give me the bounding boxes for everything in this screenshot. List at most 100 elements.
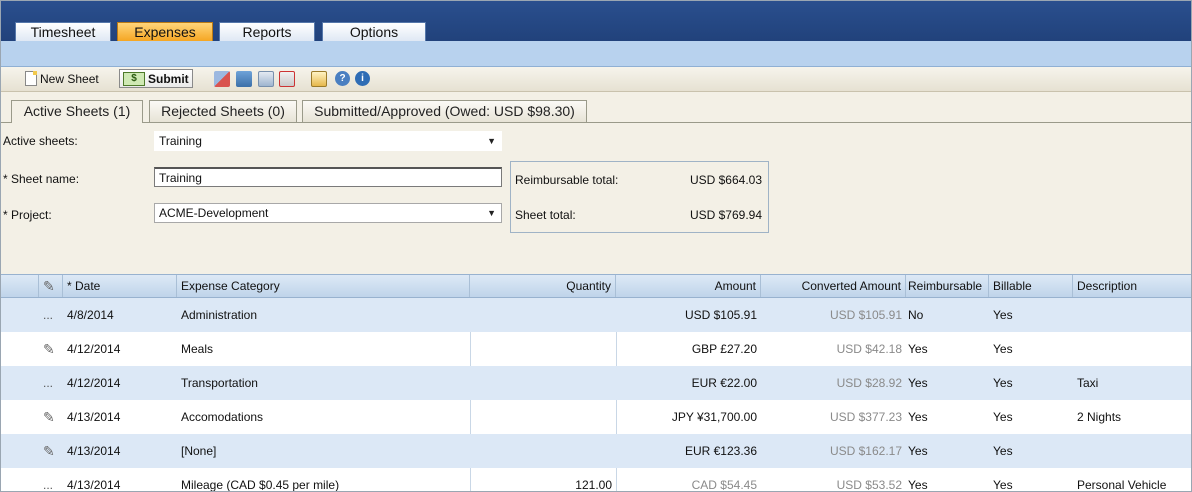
currency-icon [311, 70, 327, 87]
cell-description[interactable]: Personal Vehicle [1073, 468, 1191, 491]
cell-date[interactable]: 4/12/2014 [63, 366, 177, 400]
cell-amount[interactable]: EUR €123.36 [616, 434, 761, 468]
info-icon: i [355, 71, 370, 86]
cell-description[interactable] [1073, 298, 1191, 332]
header-spacer [1, 275, 39, 297]
header-date[interactable]: * Date [63, 275, 177, 297]
tab-rejected-sheets[interactable]: Rejected Sheets (0) [149, 100, 297, 122]
cell-date[interactable]: 4/12/2014 [63, 332, 177, 366]
header-reimbursable[interactable]: Reimbursable [904, 275, 989, 297]
remove-row-button[interactable] [279, 69, 295, 88]
attachment-icon[interactable]: ✎ [39, 332, 63, 366]
cell-amount[interactable]: CAD $54.45 [616, 468, 761, 491]
row-menu-icon[interactable]: ... [39, 366, 63, 400]
table-row[interactable]: ... 4/8/2014 Administration USD $105.91 … [1, 298, 1191, 332]
header-description[interactable]: Description [1073, 275, 1191, 297]
header-converted-amount[interactable]: Converted Amount [761, 275, 906, 297]
attachment-icon[interactable]: ✎ [39, 434, 63, 468]
cell-category[interactable]: [None] [177, 434, 470, 468]
cell-quantity[interactable]: 121.00 [470, 468, 616, 491]
delete-sheet-button[interactable] [214, 69, 230, 88]
tab-active-sheets[interactable]: Active Sheets (1) [11, 100, 143, 123]
totals-panel: Reimbursable total: USD $664.03 Sheet to… [510, 161, 769, 233]
cell-category[interactable]: Meals [177, 332, 470, 366]
cell-description[interactable] [1073, 434, 1191, 468]
cell-category[interactable]: Accomodations [177, 400, 470, 434]
currency-button[interactable] [311, 69, 327, 88]
cell-quantity[interactable] [470, 332, 616, 366]
cell-reimbursable[interactable]: Yes [904, 400, 989, 434]
cell-converted-amount: USD $28.92 [836, 376, 902, 390]
tab-submitted-approved[interactable]: Submitted/Approved (Owed: USD $98.30) [302, 100, 587, 122]
paperclip-icon: ✎ [43, 278, 55, 294]
reimbursable-total-label: Reimbursable total: [515, 173, 619, 187]
copy-button[interactable] [258, 69, 274, 88]
remove-icon [279, 70, 295, 87]
cell-amount[interactable]: JPY ¥31,700.00 [616, 400, 761, 434]
toolbar: New Sheet $ Submit ? i [1, 67, 1191, 92]
expenses-app: Timesheet Expenses Reports Options New S… [0, 0, 1192, 492]
cell-quantity[interactable] [470, 366, 616, 400]
cell-date[interactable]: 4/13/2014 [63, 468, 177, 491]
cell-reimbursable[interactable]: Yes [904, 332, 989, 366]
cell-category[interactable]: Transportation [177, 366, 470, 400]
cell-description[interactable]: Taxi [1073, 366, 1191, 400]
project-label: * Project: [3, 208, 52, 222]
cell-date[interactable]: 4/13/2014 [63, 434, 177, 468]
cell-billable[interactable]: Yes [989, 298, 1073, 332]
sheet-tabs: Active Sheets (1) Rejected Sheets (0) Su… [1, 98, 1191, 123]
cell-billable[interactable]: Yes [989, 366, 1073, 400]
cell-reimbursable[interactable]: Yes [904, 468, 989, 491]
attachment-icon[interactable]: ✎ [39, 400, 63, 434]
cell-converted-amount: USD $105.91 [829, 308, 902, 322]
cell-amount[interactable]: GBP £27.20 [616, 332, 761, 366]
new-sheet-button[interactable]: New Sheet [25, 69, 99, 88]
row-menu-icon[interactable]: ... [39, 298, 63, 332]
info-button[interactable]: i [355, 69, 370, 88]
table-row[interactable]: ✎ 4/13/2014 [None] EUR €123.36 USD $162.… [1, 434, 1191, 468]
cell-date[interactable]: 4/8/2014 [63, 298, 177, 332]
tab-timesheet[interactable]: Timesheet [15, 22, 111, 41]
cell-quantity[interactable] [470, 400, 616, 434]
cell-amount[interactable]: EUR €22.00 [616, 366, 761, 400]
cell-category[interactable]: Administration [177, 298, 470, 332]
sheet-name-field[interactable]: Training [154, 167, 502, 187]
cell-billable[interactable]: Yes [989, 434, 1073, 468]
cell-date[interactable]: 4/13/2014 [63, 400, 177, 434]
tab-reports[interactable]: Reports [219, 22, 315, 41]
cell-reimbursable[interactable]: Yes [904, 366, 989, 400]
cell-quantity[interactable] [470, 298, 616, 332]
cell-billable[interactable]: Yes [989, 468, 1073, 491]
nav-subbar [1, 41, 1191, 67]
cell-converted-amount: USD $53.52 [836, 478, 902, 492]
active-sheets-label: Active sheets: [3, 134, 78, 148]
active-sheets-select[interactable]: Training [154, 131, 502, 151]
table-row[interactable]: ✎ 4/13/2014 Accomodations JPY ¥31,700.00… [1, 400, 1191, 434]
tab-options[interactable]: Options [322, 22, 426, 41]
header-attachment[interactable]: ✎ [39, 275, 63, 297]
help-button[interactable]: ? [335, 69, 350, 88]
cell-description[interactable]: 2 Nights [1073, 400, 1191, 434]
cell-description[interactable] [1073, 332, 1191, 366]
cell-quantity[interactable] [470, 434, 616, 468]
cell-reimbursable[interactable]: No [904, 298, 989, 332]
header-category[interactable]: Expense Category [177, 275, 470, 297]
table-row[interactable]: ... 4/12/2014 Transportation EUR €22.00 … [1, 366, 1191, 400]
cell-billable[interactable]: Yes [989, 332, 1073, 366]
header-quantity[interactable]: Quantity [470, 275, 616, 297]
tab-expenses[interactable]: Expenses [117, 22, 213, 41]
submit-button[interactable]: $ Submit [119, 69, 193, 88]
table-row[interactable]: ... 4/13/2014 Mileage (CAD $0.45 per mil… [1, 468, 1191, 492]
header-billable[interactable]: Billable [989, 275, 1073, 297]
header-amount[interactable]: Amount [616, 275, 761, 297]
split-button[interactable] [236, 69, 252, 88]
cell-category[interactable]: Mileage (CAD $0.45 per mile) [177, 468, 470, 491]
cell-billable[interactable]: Yes [989, 400, 1073, 434]
table-row[interactable]: ✎ 4/12/2014 Meals GBP £27.20 USD $42.18 … [1, 332, 1191, 366]
cell-reimbursable[interactable]: Yes [904, 434, 989, 468]
cell-amount[interactable]: USD $105.91 [616, 298, 761, 332]
cell-converted-amount: USD $162.17 [829, 444, 902, 458]
project-select[interactable]: ACME-Development [154, 203, 502, 223]
sheet-name-value: Training [159, 171, 202, 185]
row-menu-icon[interactable]: ... [39, 468, 63, 491]
